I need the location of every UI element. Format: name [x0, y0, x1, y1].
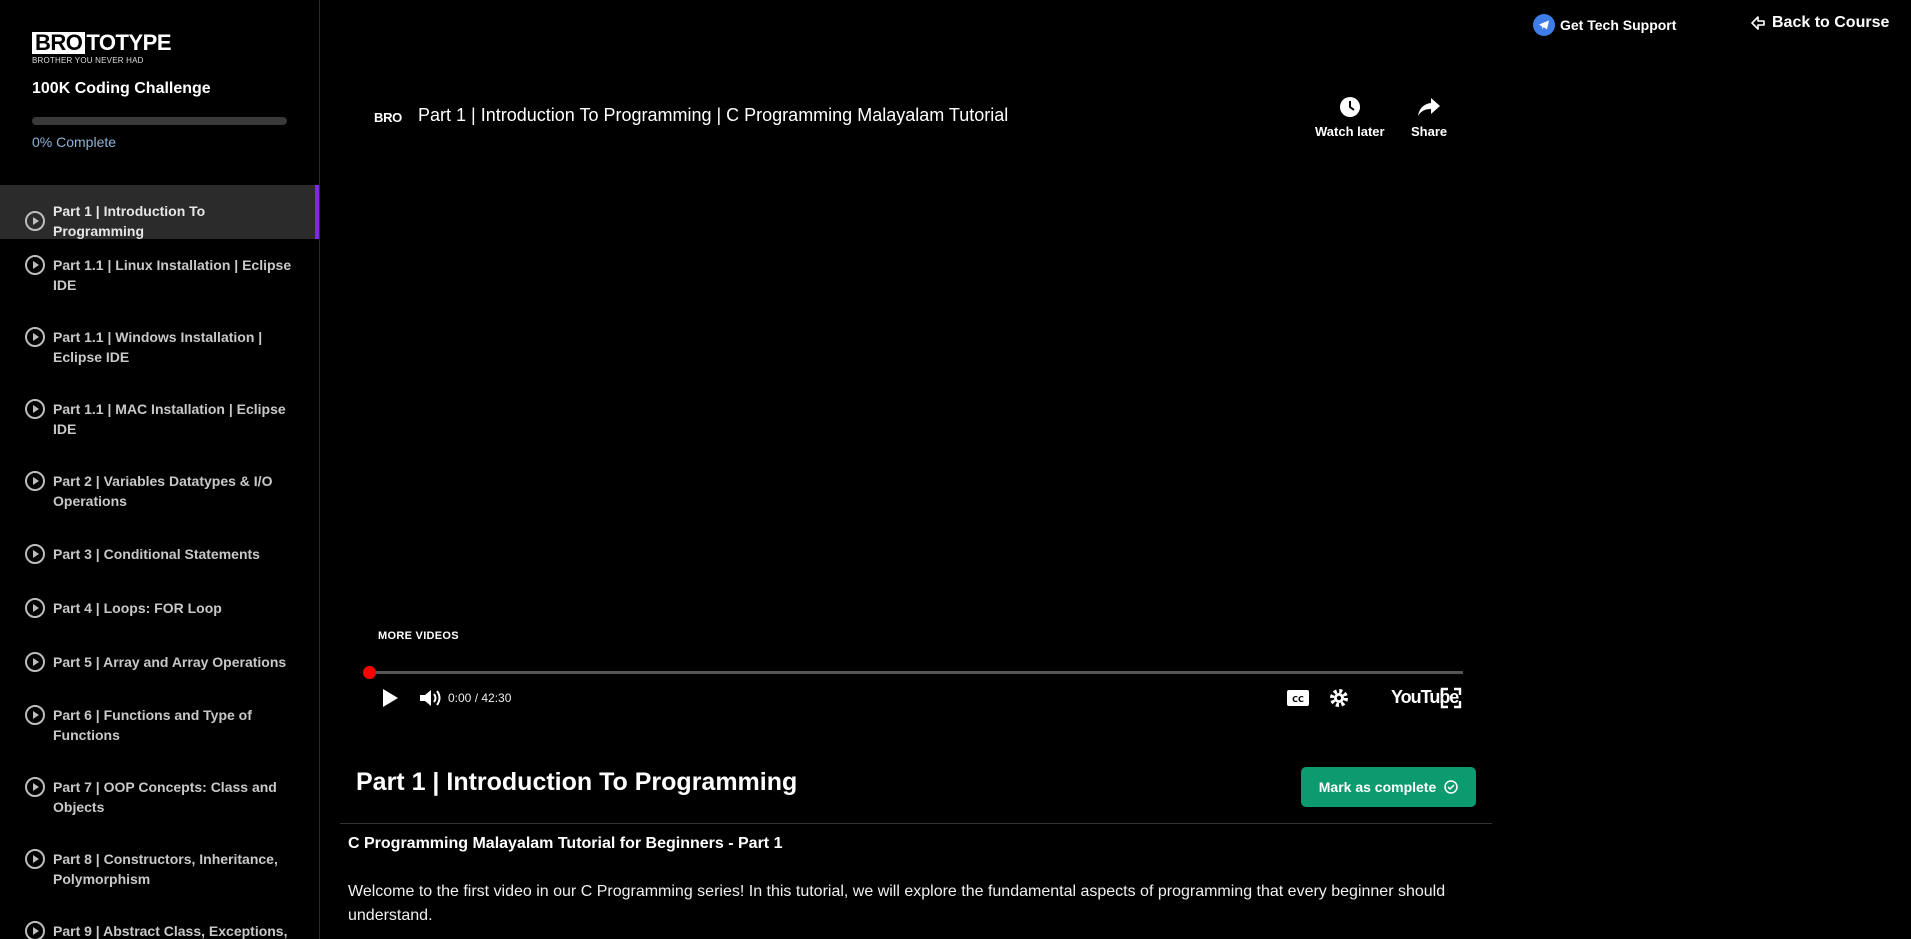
video-player[interactable]: BRO Part 1 | Introduction To Programming… [340, 78, 1475, 721]
video-title[interactable]: Part 1 | Introduction To Programming | C… [418, 105, 1008, 126]
lesson-label: Part 7 | OOP Concepts: Class and Objects [53, 779, 277, 815]
lesson-label: Part 4 | Loops: FOR Loop [53, 600, 222, 616]
course-title: 100K Coding Challenge [32, 80, 211, 97]
play-circle-icon [25, 777, 45, 797]
lesson-list: Part 1 | Introduction To Programming Par… [0, 185, 319, 939]
volume-icon[interactable] [418, 687, 444, 709]
scrubber-handle[interactable] [363, 666, 376, 679]
watch-later-label: Watch later [1315, 124, 1385, 139]
watch-later-button[interactable]: Watch later [1315, 96, 1385, 139]
play-circle-icon [25, 399, 45, 419]
logo-text: TOTYPE [86, 30, 172, 55]
play-circle-icon [25, 471, 45, 491]
play-circle-icon [25, 255, 45, 275]
back-to-course-link[interactable]: Back to Course [1750, 14, 1889, 32]
play-circle-icon [25, 705, 45, 725]
telegram-icon [1533, 14, 1555, 36]
lesson-label: Part 1.1 | Linux Installation | Eclipse … [53, 257, 292, 293]
fullscreen-icon[interactable] [1440, 687, 1462, 709]
lesson-item-part-2[interactable]: Part 2 | Variables Datatypes & I/O Opera… [0, 455, 319, 527]
captions-icon[interactable]: CC [1286, 687, 1310, 709]
logo-tagline: BROTHER YOU NEVER HAD [32, 56, 144, 65]
mark-as-complete-button[interactable]: Mark as complete [1301, 767, 1476, 807]
lesson-label: Part 5 | Array and Array Operations [53, 654, 287, 670]
channel-logo[interactable]: BRO [374, 110, 402, 125]
lesson-item-part-1-1-mac[interactable]: Part 1.1 | MAC Installation | Eclipse ID… [0, 383, 319, 455]
play-circle-icon [25, 327, 45, 347]
mark-complete-label: Mark as complete [1318, 779, 1437, 795]
lesson-label: Part 3 | Conditional Statements [53, 546, 260, 562]
back-label: Back to Course [1772, 14, 1890, 31]
lesson-item-part-7[interactable]: Part 7 | OOP Concepts: Class and Objects [0, 761, 319, 833]
lesson-item-part-3[interactable]: Part 3 | Conditional Statements [0, 527, 319, 581]
play-circle-icon [25, 210, 45, 231]
support-label: Get Tech Support [1560, 17, 1677, 33]
lesson-item-part-4[interactable]: Part 4 | Loops: FOR Loop [0, 581, 319, 635]
more-videos-button[interactable]: MORE VIDEOS [378, 630, 459, 642]
lesson-label: Part 1.1 | Windows Installation | Eclips… [53, 329, 263, 365]
back-arrow-icon [1751, 16, 1765, 30]
get-tech-support-link[interactable]: Get Tech Support [1533, 14, 1676, 36]
share-arrow-icon [1418, 98, 1441, 116]
course-sidebar: BRO TOTYPE BROTHER YOU NEVER HAD 100K Co… [0, 0, 320, 939]
lesson-label: Part 1.1 | MAC Installation | Eclipse ID… [53, 401, 286, 437]
description-body: Welcome to the first video in our C Prog… [348, 883, 1446, 924]
lesson-heading: Part 1 | Introduction To Programming [356, 768, 798, 796]
lesson-item-part-5[interactable]: Part 5 | Array and Array Operations [0, 635, 319, 689]
play-circle-icon [25, 598, 45, 618]
lesson-label: Part 6 | Functions and Type of Functions [53, 707, 252, 743]
share-button[interactable]: Share [1411, 96, 1447, 139]
play-icon[interactable] [380, 687, 400, 709]
settings-gear-icon[interactable] [1328, 687, 1350, 709]
clock-icon [1339, 97, 1360, 117]
lesson-item-part-1-1-windows[interactable]: Part 1.1 | Windows Installation | Eclips… [0, 311, 319, 383]
logo-box-text: BRO [32, 32, 86, 54]
play-circle-icon [25, 849, 45, 869]
play-circle-icon [25, 652, 45, 672]
lesson-item-part-8[interactable]: Part 8 | Constructors, Inheritance, Poly… [0, 833, 319, 905]
lesson-item-part-6[interactable]: Part 6 | Functions and Type of Functions [0, 689, 319, 761]
player-controls: 0:00 / 42:30 CC YouTube [368, 683, 1463, 713]
share-label: Share [1411, 124, 1448, 139]
play-circle-icon [25, 921, 45, 939]
video-scrubber[interactable] [363, 666, 1463, 679]
lesson-item-part-1[interactable]: Part 1 | Introduction To Programming [0, 185, 319, 239]
lesson-label: Part 8 | Constructors, Inheritance, Poly… [53, 851, 278, 887]
brototype-logo[interactable]: BRO TOTYPE BROTHER YOU NEVER HAD [32, 30, 172, 65]
lesson-item-part-1-1-linux[interactable]: Part 1.1 | Linux Installation | Eclipse … [0, 239, 319, 311]
lesson-label: Part 2 | Variables Datatypes & I/O Opera… [53, 473, 273, 509]
lesson-label: Part 1 | Introduction To Programming [53, 202, 206, 239]
section-divider [340, 823, 1492, 824]
logo-wordmark: BRO TOTYPE [32, 30, 172, 55]
lesson-label: Part 9 | Abstract Class, Exceptions, [53, 923, 288, 939]
lesson-item-part-9[interactable]: Part 9 | Abstract Class, Exceptions, [0, 905, 319, 939]
description-title: C Programming Malayalam Tutorial for Beg… [348, 835, 783, 852]
course-progress-bar [32, 117, 287, 125]
check-circle-icon [1444, 780, 1458, 794]
course-progress-label: 0% Complete [32, 134, 117, 150]
play-circle-icon [25, 544, 45, 564]
time-display: 0:00 / 42:30 [448, 691, 512, 705]
svg-text:CC: CC [1292, 695, 1304, 704]
